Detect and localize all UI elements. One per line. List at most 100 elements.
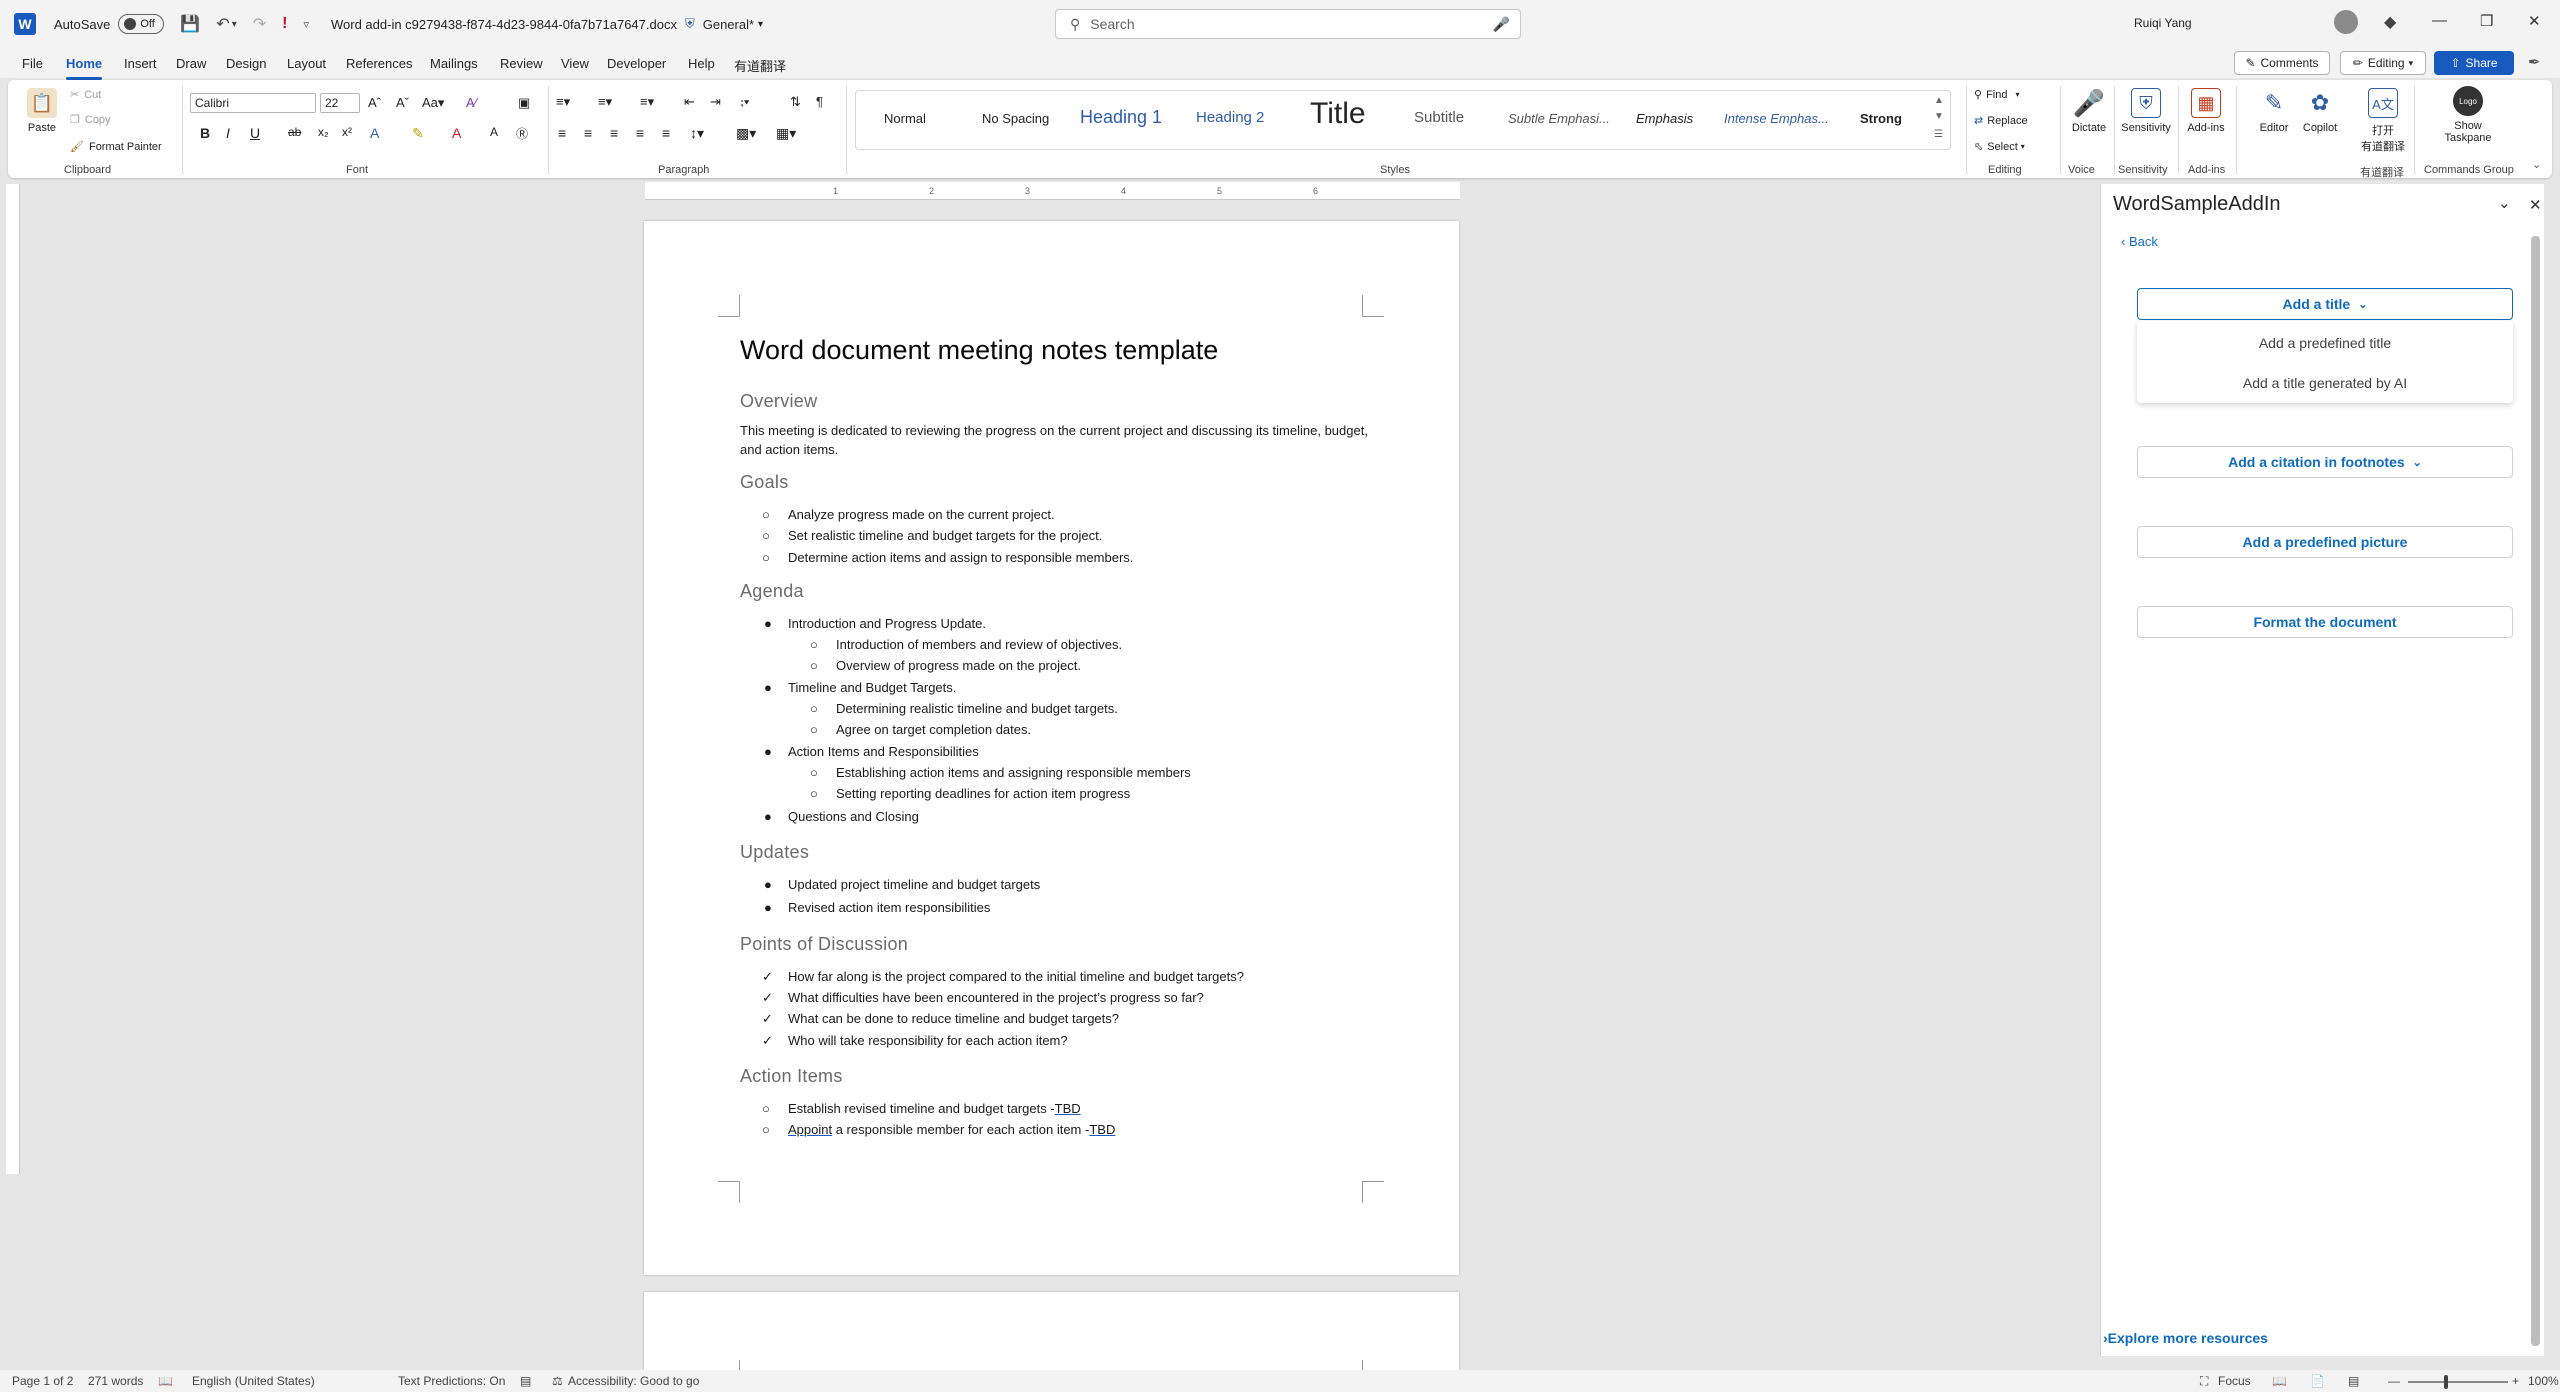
add-ins-button[interactable]: ▦ Add-ins (2184, 88, 2228, 134)
list-item[interactable]: How far along is the project compared to… (788, 969, 1244, 984)
font-size-select[interactable]: 22 (320, 93, 360, 113)
save-icon[interactable]: 💾 (180, 14, 200, 34)
comments-button[interactable]: ✎ Comments (2234, 51, 2330, 75)
pane-options-icon[interactable]: ⌄ (2498, 194, 2511, 212)
heading-updates[interactable]: Updates (740, 842, 809, 863)
close-pane-icon[interactable]: ✕ (2529, 196, 2542, 214)
increase-indent-icon[interactable]: ⇥ (710, 94, 721, 110)
multilevel-list-icon[interactable]: ≡▾ (640, 94, 654, 110)
document-page[interactable]: Word document meeting notes template Ove… (644, 221, 1459, 1275)
list-item[interactable]: Revised action item responsibilities (788, 900, 990, 915)
distributed-icon[interactable]: ≡ (662, 125, 670, 141)
tab-insert[interactable]: Insert (124, 56, 157, 71)
style-strong[interactable]: Strong (1860, 111, 1902, 126)
style-heading-1[interactable]: Heading 1 (1080, 107, 1162, 128)
text-effects-icon[interactable]: ▣ (518, 95, 530, 111)
style-no-spacing[interactable]: No Spacing (982, 111, 1049, 126)
heading-overview[interactable]: Overview (740, 391, 817, 412)
heading-points-of-discussion[interactable]: Points of Discussion (740, 934, 908, 955)
highlight-icon[interactable]: ✎ (412, 125, 424, 142)
numbering-icon[interactable]: ≡▾ (598, 94, 612, 110)
task-pane-scrollbar[interactable] (2531, 236, 2540, 1346)
print-layout-icon[interactable]: 📄 (2310, 1374, 2325, 1388)
enclose-character-icon[interactable]: Ⓡ (516, 125, 528, 142)
tab-design[interactable]: Design (226, 56, 266, 71)
tab-references[interactable]: References (346, 56, 412, 71)
strikethrough-icon[interactable]: ab (288, 125, 301, 139)
style-emphasis[interactable]: Emphasis (1636, 111, 1693, 126)
cut-button[interactable]: ✂ Cut (70, 88, 101, 102)
bold-icon[interactable]: B (200, 125, 210, 141)
word-count[interactable]: 271 words (88, 1374, 143, 1388)
align-right-icon[interactable]: ≡ (610, 125, 618, 141)
list-item[interactable]: Set realistic timeline and budget target… (788, 528, 1102, 543)
tab-layout[interactable]: Layout (287, 56, 326, 71)
web-layout-icon[interactable]: ▤ (2348, 1374, 2359, 1388)
ai-title-option[interactable]: Add a title generated by AI (2137, 375, 2513, 391)
list-item[interactable]: What difficulties have been encountered … (788, 990, 1204, 1005)
style-heading-2[interactable]: Heading 2 (1196, 109, 1264, 126)
focus-mode[interactable]: Focus (2218, 1374, 2251, 1388)
user-name[interactable]: Ruiqi Yang (2134, 16, 2192, 30)
character-shading-icon[interactable]: A (490, 125, 498, 139)
copy-button[interactable]: ❐ Copy (70, 113, 111, 127)
list-item[interactable]: Setting reporting deadlines for action i… (836, 786, 1130, 801)
bullets-icon[interactable]: ≡▾ (556, 94, 570, 110)
zoom-slider-thumb[interactable] (2444, 1375, 2448, 1389)
explore-resources-link[interactable]: ›Explore more resources (2103, 1330, 2268, 1346)
superscript-icon[interactable]: x² (342, 125, 352, 139)
clear-formatting-icon[interactable]: A∕ (466, 95, 477, 110)
font-name-select[interactable]: Calibri (190, 93, 316, 113)
read-mode-icon[interactable]: 📖 (2272, 1374, 2287, 1388)
subscript-icon[interactable]: x₂ (318, 125, 329, 139)
heading-agenda[interactable]: Agenda (740, 581, 804, 602)
undo-icon[interactable]: ↶ (216, 14, 229, 34)
borders-icon[interactable]: ▦▾ (776, 125, 796, 142)
align-left-icon[interactable]: ≡ (558, 125, 566, 141)
dictate-button[interactable]: 🎤 Dictate (2064, 88, 2114, 135)
underline-icon[interactable]: U (250, 125, 260, 141)
decrease-indent-icon[interactable]: ⇤ (684, 94, 695, 110)
tab-view[interactable]: View (561, 56, 589, 71)
list-item[interactable]: Timeline and Budget Targets. (788, 680, 956, 695)
add-citation-button[interactable]: Add a citation in footnotes ⌄ (2137, 446, 2513, 478)
select-button[interactable]: ⬁ Select ▾ (1974, 140, 2025, 154)
predefined-title-option[interactable]: Add a predefined title (2137, 335, 2513, 351)
replace-button[interactable]: ⇄ Replace (1974, 114, 2028, 128)
list-item[interactable]: Determine action items and assign to res… (788, 550, 1133, 565)
zoom-out-icon[interactable]: — (2388, 1374, 2400, 1388)
list-item[interactable]: What can be done to reduce timeline and … (788, 1011, 1119, 1026)
tab-review[interactable]: Review (500, 56, 543, 71)
document-heading-title[interactable]: Word document meeting notes template (740, 335, 1218, 366)
list-item[interactable]: Establish revised timeline and budget ta… (788, 1101, 1081, 1116)
avatar[interactable] (2334, 10, 2358, 34)
zoom-slider[interactable] (2408, 1381, 2508, 1383)
minimize-icon[interactable]: — (2432, 12, 2447, 29)
collapse-ribbon-icon[interactable]: ⌄ (2532, 158, 2541, 171)
style-title[interactable]: Title (1310, 97, 1366, 131)
format-painter-button[interactable]: 🖌 Format Painter (70, 140, 162, 154)
italic-icon[interactable]: I (226, 125, 230, 141)
document-title[interactable]: Word add-in c9279438-f874-4d23-9844-0fa7… (331, 17, 677, 32)
zoom-in-icon[interactable]: + (2512, 1374, 2519, 1388)
find-button[interactable]: ⚲ Find ▾ (1974, 88, 2019, 102)
styles-scroll-down-icon[interactable]: ▼ (1934, 111, 1944, 122)
line-spacing-icon[interactable]: ↕▾ (690, 125, 704, 142)
style-normal[interactable]: Normal (884, 111, 926, 126)
horizontal-ruler[interactable]: 1 2 3 4 5 6 (645, 182, 1460, 200)
macro-icon[interactable]: ▤ (520, 1374, 531, 1388)
copilot-pen-icon[interactable]: ✒ (2528, 53, 2541, 71)
tab-mailings[interactable]: Mailings (430, 56, 478, 71)
accessibility-status[interactable]: Accessibility: Good to go (568, 1374, 699, 1388)
justify-icon[interactable]: ≡ (636, 125, 644, 141)
grow-font-icon[interactable]: Aˆ (368, 95, 381, 110)
styles-more-icon[interactable]: ☰ (1934, 129, 1943, 140)
tab-home[interactable]: Home (66, 56, 103, 80)
document-page-2[interactable] (644, 1292, 1459, 1372)
customize-icon[interactable]: ▿ (303, 18, 309, 31)
align-center-icon[interactable]: ≡ (584, 125, 592, 141)
autosave-toggle[interactable]: Off (118, 14, 165, 34)
chinese-layout-icon[interactable]: ⨟▾ (740, 94, 749, 110)
page-count[interactable]: Page 1 of 2 (12, 1374, 73, 1388)
text-effects-a-icon[interactable]: A (370, 125, 379, 141)
